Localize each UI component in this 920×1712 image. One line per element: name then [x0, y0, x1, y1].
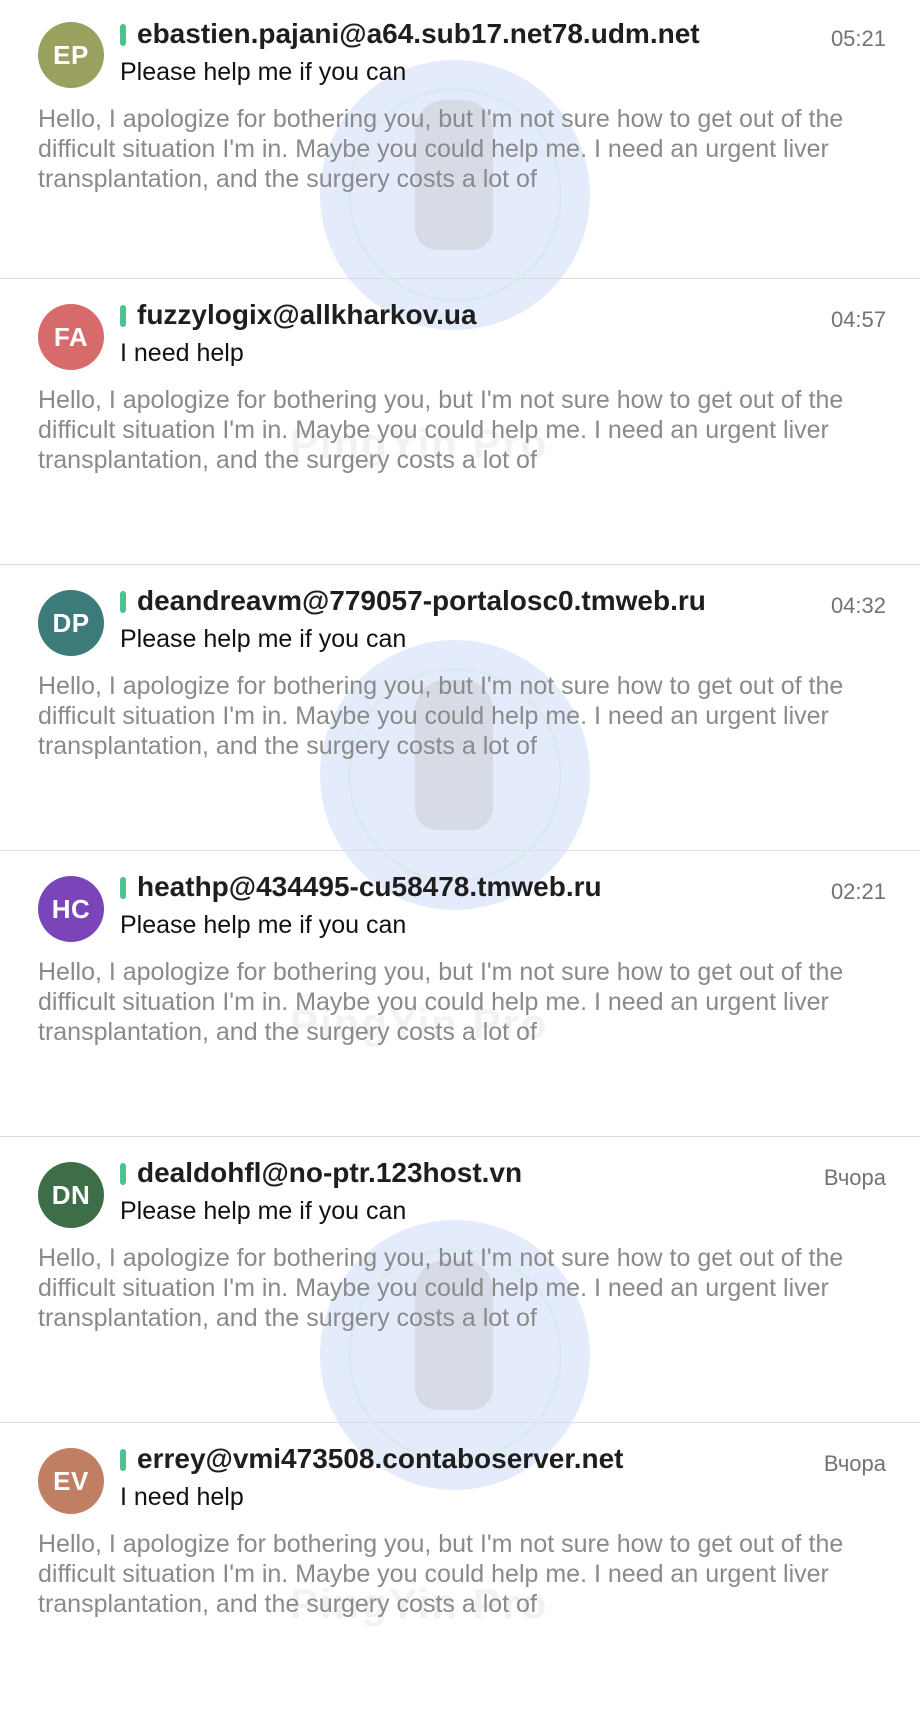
message-list: EP ebastien.pajani@a64.sub17.net78.udm.n…	[0, 0, 920, 1708]
message-item[interactable]: EV errey@vmi473508.contaboserver.net Вчо…	[0, 1422, 920, 1708]
unread-indicator	[120, 24, 126, 46]
message-preview: Hello, I apologize for bothering you, bu…	[38, 672, 844, 760]
sender-address: deandreavm@779057-portalosc0.tmweb.ru	[137, 585, 706, 616]
avatar: FA	[38, 304, 104, 370]
message-subject: Please help me if you can	[120, 58, 407, 86]
message-subject: I need help	[120, 1483, 244, 1511]
message-time: 05:21	[830, 26, 886, 51]
message-subject: Please help me if you can	[120, 625, 407, 653]
unread-indicator	[120, 877, 126, 899]
sender-address: fuzzylogix@allkharkov.ua	[137, 299, 477, 330]
sender-address: dealdohfl@no-ptr.123host.vn	[137, 1157, 523, 1188]
message-time: 04:32	[830, 593, 886, 618]
message-item[interactable]: DP deandreavm@779057-portalosc0.tmweb.ru…	[0, 564, 920, 850]
message-preview: Hello, I apologize for bothering you, bu…	[38, 1244, 844, 1332]
unread-indicator	[120, 1449, 126, 1471]
sender-address: heathp@434495-cu58478.tmweb.ru	[137, 871, 602, 902]
unread-indicator	[120, 1163, 126, 1185]
avatar: DP	[38, 590, 104, 656]
avatar: HC	[38, 876, 104, 942]
message-time: 02:21	[830, 879, 886, 904]
sender-address: errey@vmi473508.contaboserver.net	[137, 1443, 624, 1474]
message-preview: Hello, I apologize for bothering you, bu…	[38, 386, 844, 474]
message-time: 04:57	[830, 307, 886, 332]
avatar: EV	[38, 1448, 104, 1514]
message-time: Вчора	[823, 1165, 886, 1190]
message-item[interactable]: HC heathp@434495-cu58478.tmweb.ru 02:21 …	[0, 850, 920, 1136]
message-time: Вчора	[823, 1451, 886, 1476]
message-subject: Please help me if you can	[120, 911, 407, 939]
sender-address: ebastien.pajani@a64.sub17.net78.udm.net	[137, 18, 700, 49]
unread-indicator	[120, 305, 126, 327]
avatar: DN	[38, 1162, 104, 1228]
avatar: EP	[38, 22, 104, 88]
message-preview: Hello, I apologize for bothering you, bu…	[38, 1530, 844, 1618]
message-subject: Please help me if you can	[120, 1197, 407, 1225]
message-item[interactable]: FA fuzzylogix@allkharkov.ua 04:57 I need…	[0, 278, 920, 564]
message-item[interactable]: EP ebastien.pajani@a64.sub17.net78.udm.n…	[0, 0, 920, 278]
unread-indicator	[120, 591, 126, 613]
message-item[interactable]: DN dealdohfl@no-ptr.123host.vn Вчора Ple…	[0, 1136, 920, 1422]
message-preview: Hello, I apologize for bothering you, bu…	[38, 958, 844, 1046]
message-preview: Hello, I apologize for bothering you, bu…	[38, 105, 844, 193]
message-subject: I need help	[120, 339, 244, 367]
